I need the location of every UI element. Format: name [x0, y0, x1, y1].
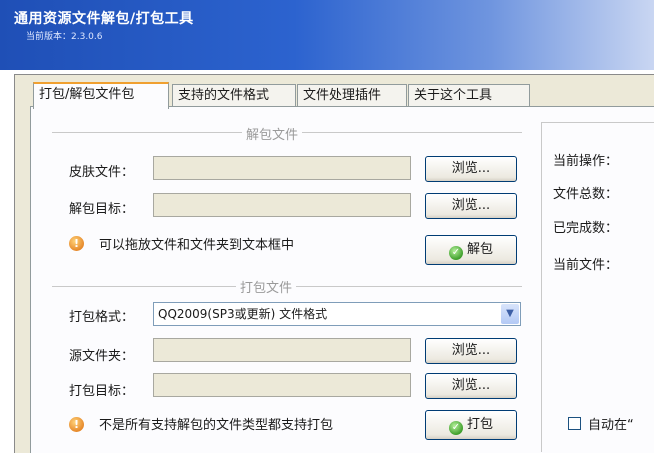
title-bar: 通用资源文件解包/打包工具 当前版本：2.3.0.6: [0, 0, 654, 70]
info-icon: !: [69, 236, 84, 251]
unpack-target-field[interactable]: [153, 193, 411, 217]
pack-button-label: 打包: [466, 417, 493, 432]
window-title: 通用资源文件解包/打包工具: [14, 11, 194, 27]
pack-format-label: 打包格式：: [69, 310, 135, 325]
unpack-section-title: 解包文件: [242, 124, 303, 143]
skin-file-field[interactable]: [153, 156, 411, 180]
tab-about[interactable]: 关于这个工具: [408, 84, 530, 107]
completed-count-label: 已完成数：: [553, 221, 619, 236]
status-panel: [541, 122, 654, 452]
dropdown-arrow-icon[interactable]: ▼: [501, 304, 519, 324]
total-files-label: 文件总数：: [553, 187, 619, 202]
tab-pack-unpack[interactable]: 打包/解包文件包: [33, 82, 169, 109]
source-folder-label: 源文件夹：: [69, 349, 135, 364]
pack-format-value: QQ2009(SP3或更新) 文件格式: [158, 307, 328, 321]
auto-checkbox[interactable]: [568, 417, 581, 430]
unpack-target-label: 解包目标：: [69, 202, 135, 217]
unpack-button-label: 解包: [466, 242, 493, 257]
pack-format-select[interactable]: QQ2009(SP3或更新) 文件格式 ▼: [153, 302, 521, 326]
source-folder-field[interactable]: [153, 338, 411, 362]
drag-drop-hint: 可以拖放文件和文件夹到文本框中: [99, 238, 295, 253]
browse-pack-target-button[interactable]: 浏览...: [425, 373, 517, 399]
pack-button[interactable]: ✓ 打包: [425, 410, 517, 440]
browse-skin-button[interactable]: 浏览...: [425, 156, 517, 182]
tab-supported-formats[interactable]: 支持的文件格式: [172, 84, 296, 107]
pack-limitation-hint: 不是所有支持解包的文件类型都支持打包: [99, 418, 334, 433]
version-label: 当前版本：2.3.0.6: [26, 32, 103, 42]
browse-unpack-target-button[interactable]: 浏览...: [425, 193, 517, 219]
pack-target-label: 打包目标：: [69, 384, 135, 399]
pack-section-title: 打包文件: [236, 277, 297, 296]
check-circle-icon: ✓: [448, 421, 463, 435]
skin-file-label: 皮肤文件：: [69, 165, 135, 180]
unpack-button[interactable]: ✓ 解包: [425, 235, 517, 265]
browse-source-button[interactable]: 浏览...: [425, 338, 517, 364]
current-file-label: 当前文件：: [553, 258, 619, 273]
current-operation-label: 当前操作：: [553, 154, 619, 169]
check-circle-icon: ✓: [448, 246, 463, 260]
tab-plugins[interactable]: 文件处理插件: [297, 84, 407, 107]
pack-target-field[interactable]: [153, 373, 411, 397]
info-icon: !: [69, 417, 84, 432]
auto-checkbox-label: 自动在“: [588, 418, 634, 433]
